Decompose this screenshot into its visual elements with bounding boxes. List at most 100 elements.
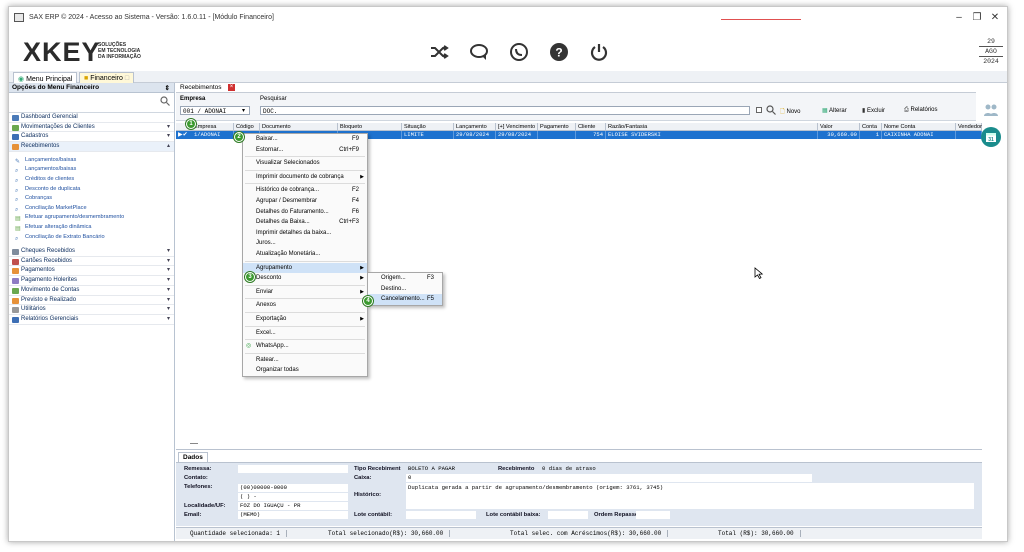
menu-item-organizar[interactable]: Organizar todas [243, 365, 367, 376]
sidebar-item-utilitarios[interactable]: Utilitários ▾ [9, 305, 174, 315]
lote-baixa-field[interactable] [548, 511, 588, 519]
submenu-item-destino[interactable]: Destino... [368, 284, 442, 295]
menu-item-estornar[interactable]: Estornar... Ctrl+F9 [243, 145, 367, 156]
telefone1-field[interactable]: (00)00000-0000 [238, 484, 348, 492]
menu-item-visualizar[interactable]: Visualizar Selecionados [243, 158, 367, 169]
chevron-down-icon[interactable]: ▾ [167, 132, 170, 142]
sidebar-sub-agrupamento[interactable]: ▤ Efetuar agrupamento/desmembramento [9, 213, 174, 223]
menu-item-juros[interactable]: Juros... [243, 238, 367, 249]
search-input[interactable]: DOC. [260, 106, 750, 115]
maximize-button[interactable]: ❐ [969, 12, 985, 23]
chevron-down-icon[interactable]: ▾ [167, 266, 170, 276]
chevron-down-icon[interactable]: ▾ [167, 247, 170, 257]
menu-item-detalhes-baixa[interactable]: Detalhes da Baixa... Ctrl+F3 [243, 217, 367, 228]
remessa-field[interactable] [238, 465, 348, 473]
menu-item-detalhes-faturamento[interactable]: Detalhes do Faturamento... F6 [243, 207, 367, 218]
menu-item-imprimir-baixa[interactable]: Imprimir detalhes da baixa... [243, 228, 367, 239]
sidebar-sub-alteracao[interactable]: ▤ Efetuar alteração dinâmica [9, 223, 174, 233]
alterar-button[interactable]: ▦ Alterar [822, 107, 847, 114]
sidebar-item-holerites[interactable]: Pagamento Holerites ▾ [9, 276, 174, 286]
historico-field[interactable]: Duplicata gerada a partir de agrupamento… [406, 483, 974, 509]
sidebar-sub-cobrancas[interactable]: ⌕ Cobranças [9, 194, 174, 204]
sidebar-sub-lancamentos-edit[interactable]: ✎ Lançamentos/baixas [9, 156, 174, 166]
col-valor[interactable]: Valor [818, 123, 860, 131]
menu-item-historico[interactable]: Histórico de cobrança... F2 [243, 185, 367, 196]
col-nome-conta[interactable]: Nome Conta [882, 123, 956, 131]
chevron-down-icon[interactable]: ▾ [167, 296, 170, 306]
menu-item-desconto[interactable]: Desconto ▶ [243, 273, 367, 284]
sidebar-item-relatorios[interactable]: Relatórios Gerenciais ▾ [9, 315, 174, 325]
tab-menu-principal[interactable]: ◉ Menu Principal [13, 72, 78, 83]
menu-item-agrupamento[interactable]: Agrupamento ▶ [243, 262, 367, 274]
sidebar-item-movimento-contas[interactable]: Movimento de Contas ▾ [9, 286, 174, 296]
shuffle-icon[interactable] [429, 42, 449, 62]
chevron-up-icon[interactable]: ▴ [167, 142, 170, 152]
search-icon[interactable] [766, 105, 776, 115]
sidebar-item-recebimentos[interactable]: Recebimentos ▴ [9, 142, 174, 152]
localidade-field[interactable]: FOZ DO IGUAÇU - PR [238, 502, 348, 510]
col-lancamento[interactable]: Lançamento [454, 123, 496, 131]
sidebar-sub-marketplace[interactable]: ⌕ Conciliação MarketPlace [9, 204, 174, 214]
chevron-down-icon[interactable]: ▾ [167, 315, 170, 325]
tab-dados[interactable]: Dados [178, 452, 208, 462]
menu-item-exportacao[interactable]: Exportação ▶ [243, 314, 367, 325]
sidebar-sub-extrato[interactable]: ⌕ Conciliação de Extrato Bancário [9, 233, 174, 243]
col-situacao[interactable]: Situação [402, 123, 454, 131]
sidebar-item-previsto[interactable]: Previsto e Realizado ▾ [9, 296, 174, 306]
chevron-down-icon[interactable]: ▾ [167, 286, 170, 296]
sidebar-sub-lancamentos[interactable]: ⌕ Lançamentos/baixas [9, 165, 174, 175]
col-empresa[interactable]: Empresa [192, 123, 234, 131]
chat-icon[interactable] [469, 42, 489, 62]
lote-contabil-field[interactable] [406, 511, 476, 519]
ordem-repasse-field[interactable] [636, 511, 670, 519]
menu-item-anexos[interactable]: Anexos [243, 300, 367, 311]
chevron-down-icon[interactable]: ▾ [167, 257, 170, 267]
submenu-item-origem[interactable]: Origem... F3 [368, 273, 442, 284]
menu-item-baixar[interactable]: Baixar... F9 [243, 134, 367, 145]
chevron-down-icon[interactable]: ▾ [167, 123, 170, 133]
col-bloqueto[interactable]: Bloqueto [338, 123, 402, 131]
sidebar-item-dashboard[interactable]: Dashboard Gerencial [9, 113, 174, 123]
tab-recebimentos[interactable]: Recebimentos [180, 84, 222, 91]
chevron-down-icon[interactable]: ▾ [242, 107, 245, 114]
menu-item-excel[interactable]: Excel... [243, 328, 367, 339]
search-icon[interactable] [160, 96, 170, 106]
menu-item-agrupar[interactable]: Agrupar / Desmembrar F4 [243, 196, 367, 207]
close-tab-icon[interactable]: × [228, 84, 235, 91]
people-icon[interactable] [983, 103, 999, 117]
chevron-down-icon[interactable]: ▾ [167, 276, 170, 286]
excluir-button[interactable]: ▮ Excluir [862, 107, 885, 114]
search-checkbox[interactable] [756, 107, 762, 113]
telefone2-field[interactable]: ( ) - [238, 493, 348, 501]
empresa-select[interactable]: 001 / ADONAI [180, 106, 250, 115]
menu-item-ratear[interactable]: Ratear... [243, 355, 367, 366]
close-button[interactable]: ✕ [987, 12, 1003, 23]
sidebar-item-cartoes[interactable]: Cartões Recebidos ▾ [9, 257, 174, 267]
sidebar-item-cadastros[interactable]: Cadastros ▾ [9, 132, 174, 143]
col-vendedor[interactable]: Vendedor [956, 123, 982, 131]
help-icon[interactable]: ? [549, 42, 569, 62]
col-pagamento[interactable]: Pagamento [538, 123, 576, 131]
sidebar-item-pagamentos[interactable]: Pagamentos ▾ [9, 266, 174, 277]
tab-financeiro[interactable]: ■ Financeiro □ [79, 72, 135, 83]
col-cliente[interactable]: Cliente [576, 123, 606, 131]
relatorios-button[interactable]: ⎙ Relatórios [904, 107, 938, 114]
novo-button[interactable]: 🗋 Novo [780, 107, 801, 117]
menu-item-atualizacao[interactable]: Atualização Monetária... [243, 249, 367, 260]
pin-icon[interactable]: ⇕ [165, 84, 170, 92]
col-documento[interactable]: Documento [260, 123, 338, 131]
col-codigo[interactable]: Código [234, 123, 260, 131]
menu-item-imprimir-cobranca[interactable]: Imprimir documento de cobrança ▶ [243, 172, 367, 183]
col-razao[interactable]: Razão/Fantasia [606, 123, 818, 131]
caixa-field[interactable]: 0 [406, 474, 812, 482]
menu-item-whatsapp[interactable]: ◎ WhatsApp... [243, 341, 367, 352]
col-vencimento[interactable]: [+] Vencimento [496, 123, 538, 131]
submenu-item-cancelamento[interactable]: Cancelamento... F5 [368, 294, 442, 305]
menu-item-enviar[interactable]: Enviar ▶ [243, 287, 367, 298]
sidebar-item-cheques[interactable]: Cheques Recebidos ▾ [9, 247, 174, 257]
email-field[interactable]: (MEMO) [238, 511, 348, 519]
power-icon[interactable] [589, 42, 609, 62]
sidebar-item-movimentacoes[interactable]: Movimentações de Clientes ▾ [9, 123, 174, 133]
col-conta[interactable]: Conta [860, 123, 882, 131]
calendar-icon[interactable]: 31 [981, 127, 1001, 147]
